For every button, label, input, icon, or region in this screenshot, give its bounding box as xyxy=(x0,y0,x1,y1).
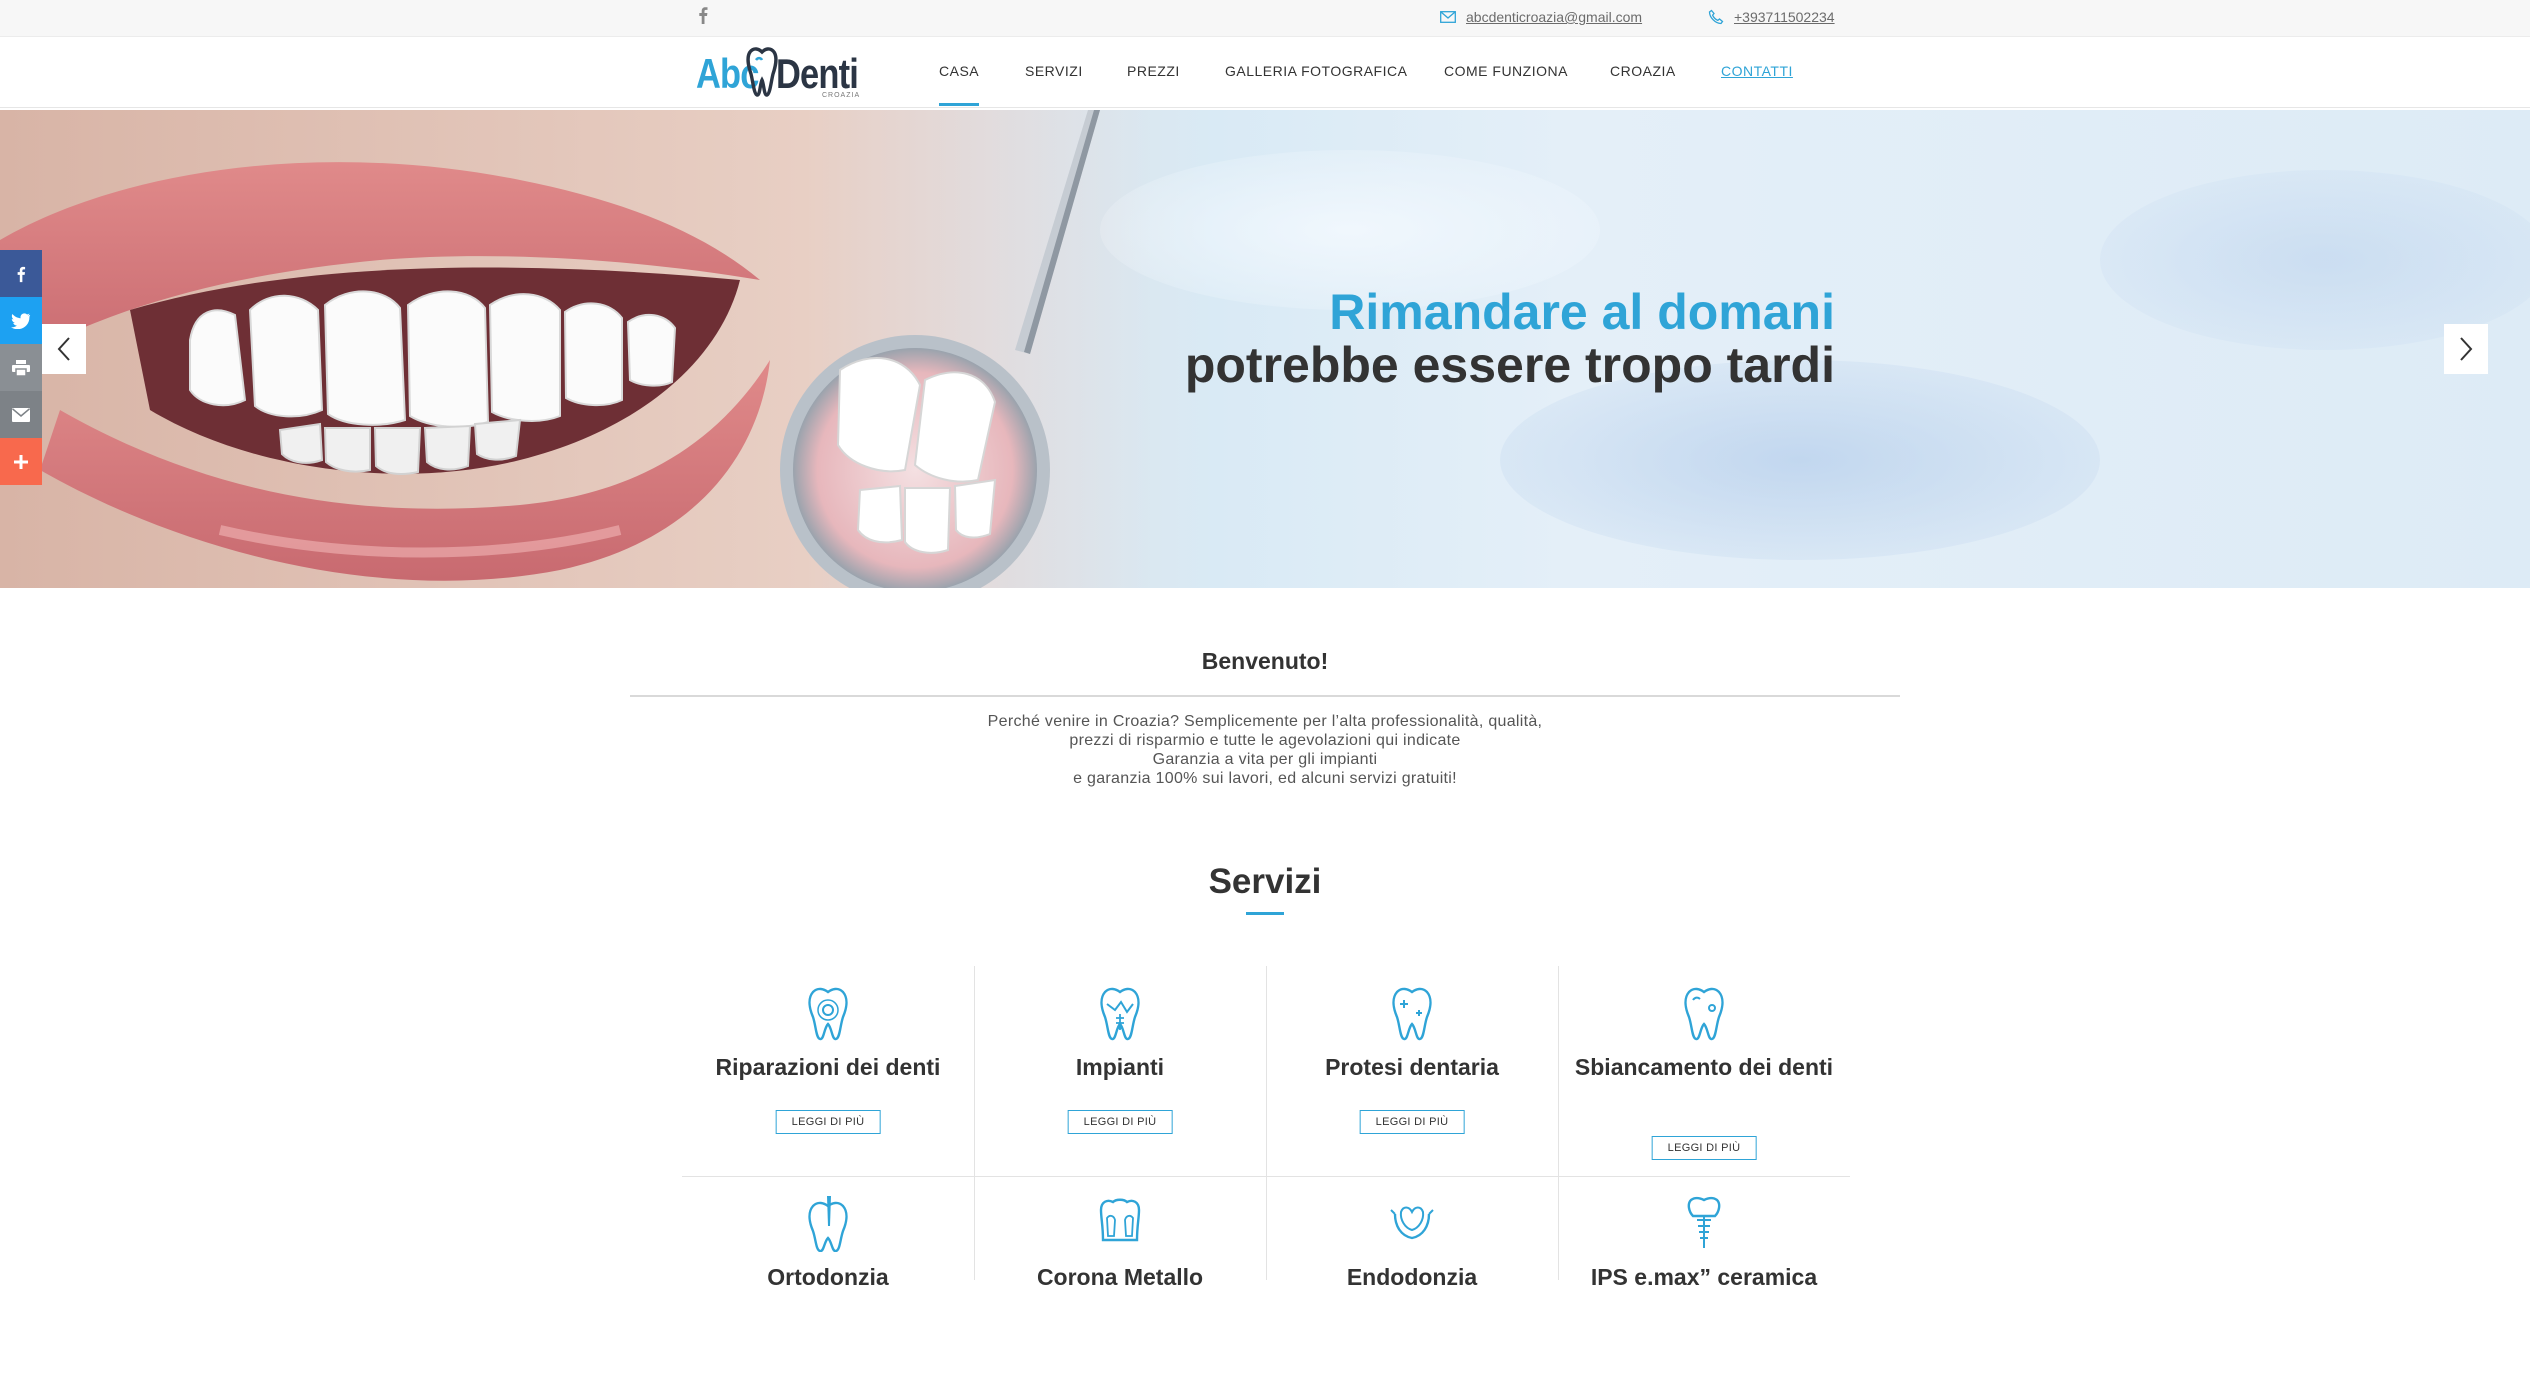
nav-croazia[interactable]: CROAZIA xyxy=(1610,63,1676,79)
implant-icon xyxy=(1100,987,1140,1041)
top-bar: abcdenticroazia@gmail.com +393711502234 xyxy=(0,0,2530,37)
logo-tooth-icon xyxy=(746,47,778,97)
plus-icon xyxy=(14,454,28,469)
ceramic-implant-icon xyxy=(1687,1196,1721,1248)
social-share-bar xyxy=(0,250,42,485)
service-card: Endodonzia xyxy=(1266,1176,1558,1386)
services-title: Servizi xyxy=(1208,862,1322,901)
service-card: Impianti LEGGI DI PIÙ xyxy=(974,966,1266,1176)
hero-headline-1: Rimandare al domani xyxy=(1329,284,1835,340)
print-icon xyxy=(12,359,30,376)
email-link[interactable]: abcdenticroazia@gmail.com xyxy=(1466,9,1642,25)
envelope-icon xyxy=(1440,11,1456,23)
welcome-line: e garanzia 100% sui lavori, ed alcuni se… xyxy=(1073,770,1457,787)
service-title: Riparazioni dei denti xyxy=(715,1054,941,1080)
service-title: Sbiancamento dei denti xyxy=(1574,1054,1834,1080)
service-title: Protesi dentaria xyxy=(1325,1054,1499,1080)
metal-crown-icon xyxy=(1099,1198,1141,1242)
nav-casa[interactable]: CASA xyxy=(939,63,980,106)
welcome-title: Benvenuto! xyxy=(1201,648,1329,674)
endodontics-icon xyxy=(1390,1206,1434,1240)
phone-contact[interactable]: +393711502234 xyxy=(1708,6,1835,28)
email-contact[interactable]: abcdenticroazia@gmail.com xyxy=(1440,6,1642,28)
service-card: IPS e.max” ceramica xyxy=(1558,1176,1850,1386)
smile-mirror-image xyxy=(0,110,1150,588)
chevron-left-icon xyxy=(57,337,70,361)
facebook-icon xyxy=(17,266,26,282)
phone-link[interactable]: +393711502234 xyxy=(1734,9,1835,25)
logo-subtitle: CROAZIA xyxy=(822,92,861,99)
email-icon xyxy=(12,407,30,422)
welcome-line: prezzi di risparmio e tutte le agevolazi… xyxy=(1069,732,1461,749)
site-header: Abc Denti CROAZIA CASA SERVIZI PREZZI GA… xyxy=(0,37,2530,108)
logo[interactable]: Abc Denti CROAZIA xyxy=(696,42,866,102)
service-card: Riparazioni dei denti LEGGI DI PIÙ xyxy=(682,966,974,1176)
services-grid: Riparazioni dei denti LEGGI DI PIÙ Impia… xyxy=(682,966,1850,1290)
whitening-tooth-icon xyxy=(1684,987,1724,1041)
service-title: Corona Metallo xyxy=(1036,1264,1204,1290)
slider-next-button[interactable] xyxy=(2444,324,2488,374)
share-facebook-button[interactable] xyxy=(0,250,42,297)
welcome-line: Perché venire in Croazia? Semplicemente … xyxy=(987,713,1543,730)
share-print-button[interactable] xyxy=(0,344,42,391)
slider-prev-button[interactable] xyxy=(42,324,86,374)
share-twitter-button[interactable] xyxy=(0,297,42,344)
hero-bg-cloud xyxy=(2100,170,2530,350)
prosthesis-tooth-icon xyxy=(1392,987,1432,1041)
service-card: Ortodonzia xyxy=(682,1176,974,1386)
orthodontics-icon xyxy=(808,1196,848,1252)
facebook-icon[interactable] xyxy=(697,4,709,26)
service-title: IPS e.max” ceramica xyxy=(1590,1264,1818,1290)
logo-text-denti: Denti xyxy=(776,50,859,97)
phone-icon xyxy=(1708,9,1724,25)
read-more-button[interactable]: LEGGI DI PIÙ xyxy=(775,1110,881,1134)
hero-headline-2: potrebbe essere tropo tardi xyxy=(1184,337,1835,393)
nav-prezzi[interactable]: PREZZI xyxy=(1127,63,1180,79)
hero-slider: Rimandare al domani potrebbe essere trop… xyxy=(0,110,2530,588)
service-title: Ortodonzia xyxy=(767,1264,889,1290)
nav-galleria-fotografica[interactable]: GALLERIA FOTOGRAFICA xyxy=(1225,63,1407,79)
service-title: Endodonzia xyxy=(1346,1264,1478,1290)
nav-come-funziona[interactable]: COME FUNZIONA xyxy=(1444,63,1568,79)
nav-contatti[interactable]: CONTATTI xyxy=(1721,63,1793,79)
service-card: Protesi dentaria LEGGI DI PIÙ xyxy=(1266,966,1558,1176)
service-card: Sbiancamento dei denti LEGGI DI PIÙ xyxy=(1558,966,1850,1176)
share-more-button[interactable] xyxy=(0,438,42,485)
nav-servizi[interactable]: SERVIZI xyxy=(1025,63,1083,79)
read-more-button[interactable]: LEGGI DI PIÙ xyxy=(1067,1110,1173,1134)
twitter-icon xyxy=(11,312,31,329)
welcome-line: Garanzia a vita per gli impianti xyxy=(1152,751,1378,768)
service-title: Impianti xyxy=(1075,1054,1165,1080)
read-more-button[interactable]: LEGGI DI PIÙ xyxy=(1359,1110,1465,1134)
welcome-divider xyxy=(630,695,1900,697)
read-more-button[interactable]: LEGGI DI PIÙ xyxy=(1651,1136,1757,1160)
tooth-repair-icon xyxy=(808,987,848,1041)
service-card: Corona Metallo xyxy=(974,1176,1266,1386)
services-title-underline xyxy=(1246,912,1284,915)
welcome-text: Perché venire in Croazia? Semplicemente … xyxy=(0,712,2530,788)
chevron-right-icon xyxy=(2460,337,2473,361)
share-email-button[interactable] xyxy=(0,391,42,438)
